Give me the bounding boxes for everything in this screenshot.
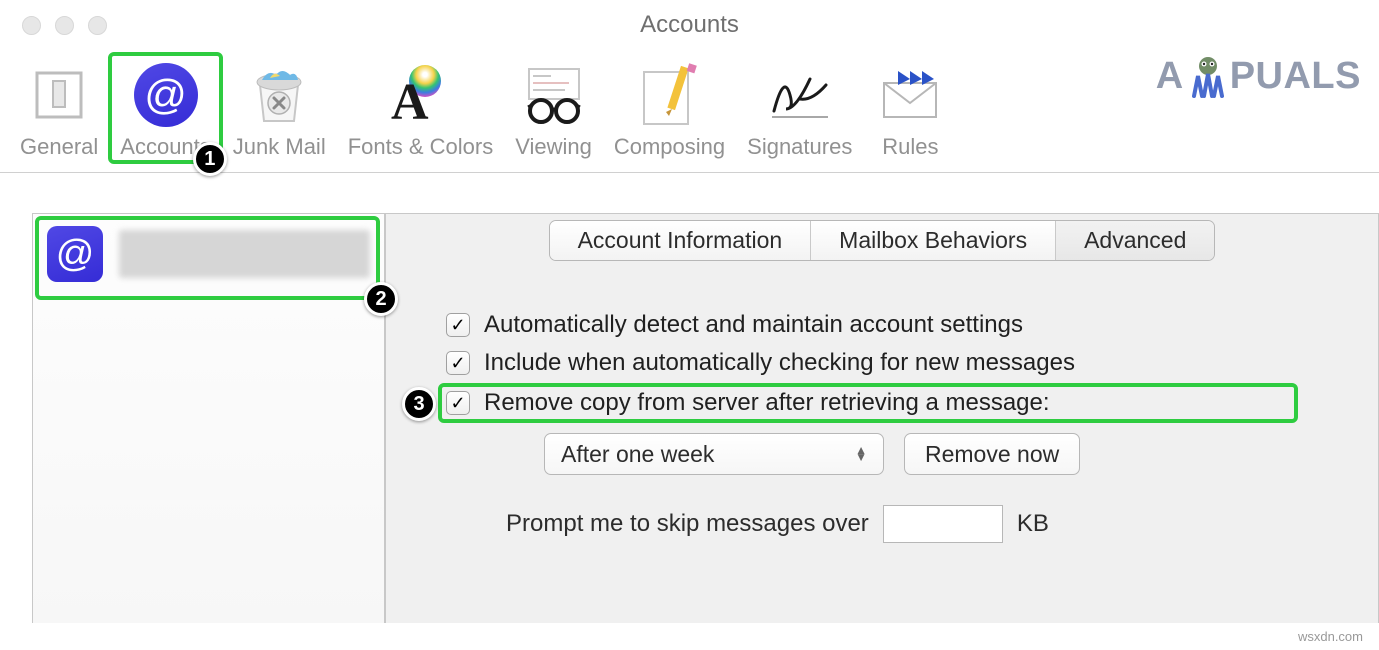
watermark-prefix: A <box>1156 55 1184 98</box>
toolbar-composing-label: Composing <box>614 134 725 160</box>
toolbar-junk-mail[interactable]: Junk Mail <box>223 54 336 162</box>
label-remove-copy: Remove copy from server after retrieving… <box>484 389 1050 417</box>
toolbar-viewing[interactable]: Viewing <box>505 54 602 162</box>
rules-icon <box>874 60 946 130</box>
composing-icon <box>634 60 706 130</box>
junk-mail-icon <box>243 60 315 130</box>
skip-messages-row: Prompt me to skip messages over KB <box>506 505 1358 543</box>
checkbox-include-check[interactable]: ✓ <box>446 351 470 375</box>
label-auto-detect: Automatically detect and maintain accoun… <box>484 311 1023 339</box>
remove-now-button[interactable]: Remove now <box>904 433 1080 475</box>
remove-period-value: After one week <box>561 441 714 468</box>
watermark-suffix: PUALS <box>1230 55 1361 98</box>
annotation-badge-3: 3 <box>402 387 436 421</box>
skip-size-input[interactable] <box>883 505 1003 543</box>
toolbar-viewing-label: Viewing <box>515 134 592 160</box>
viewing-icon <box>518 60 590 130</box>
source-label: wsxdn.com <box>1298 629 1363 644</box>
titlebar: Accounts <box>0 0 1379 50</box>
chevron-up-down-icon: ▲▼ <box>855 447 867 461</box>
accounts-sidebar: @ 2 <box>32 213 385 623</box>
signatures-icon <box>764 60 836 130</box>
toolbar-accounts[interactable]: @ Accounts 1 <box>110 54 221 162</box>
account-row[interactable]: @ 2 <box>33 214 384 294</box>
fonts-colors-icon: A <box>384 60 456 130</box>
advanced-options: ✓ Automatically detect and maintain acco… <box>386 261 1378 543</box>
toolbar-fonts-colors[interactable]: A Fonts & Colors <box>338 54 504 162</box>
toolbar-signatures[interactable]: Signatures <box>737 54 862 162</box>
checkbox-remove-copy[interactable]: ✓ <box>446 391 470 415</box>
general-icon <box>23 60 95 130</box>
toolbar-junk-mail-label: Junk Mail <box>233 134 326 160</box>
at-sign-icon: @ <box>47 226 103 282</box>
label-include-check: Include when automatically checking for … <box>484 349 1075 377</box>
skip-label-after: KB <box>1017 510 1049 538</box>
toolbar-general-label: General <box>20 134 98 160</box>
tab-advanced[interactable]: Advanced <box>1056 221 1214 260</box>
remove-now-label: Remove now <box>925 441 1059 468</box>
checkbox-auto-detect[interactable]: ✓ <box>446 313 470 337</box>
tab-account-information[interactable]: Account Information <box>550 221 812 260</box>
svg-text:A: A <box>391 74 429 127</box>
option-remove-copy: 3 ✓ Remove copy from server after retrie… <box>446 387 1358 419</box>
zoom-window-button[interactable] <box>88 16 107 35</box>
watermark: A PUALS <box>1156 52 1361 100</box>
account-tabs: Account Information Mailbox Behaviors Ad… <box>549 220 1216 261</box>
window-title: Accounts <box>640 11 739 39</box>
toolbar-signatures-label: Signatures <box>747 134 852 160</box>
option-auto-detect: ✓ Automatically detect and maintain acco… <box>446 311 1358 339</box>
content-area: @ 2 Account Information Mailbox Behavior… <box>0 173 1379 623</box>
toolbar-general[interactable]: General <box>10 54 108 162</box>
toolbar-rules[interactable]: Rules <box>864 54 956 162</box>
toolbar-rules-label: Rules <box>882 134 938 160</box>
skip-label-before: Prompt me to skip messages over <box>506 510 869 538</box>
annotation-badge-2: 2 <box>364 282 398 316</box>
window-controls <box>0 16 107 35</box>
tab-mailbox-behaviors[interactable]: Mailbox Behaviors <box>811 221 1056 260</box>
option-include-check: ✓ Include when automatically checking fo… <box>446 349 1358 377</box>
close-window-button[interactable] <box>22 16 41 35</box>
watermark-icon <box>1184 52 1232 100</box>
toolbar-fonts-colors-label: Fonts & Colors <box>348 134 494 160</box>
annotation-badge-1: 1 <box>193 142 227 176</box>
account-name-redacted <box>119 230 370 278</box>
remove-period-select[interactable]: After one week ▲▼ <box>544 433 884 475</box>
toolbar-composing[interactable]: Composing <box>604 54 735 162</box>
accounts-icon: @ <box>130 60 202 130</box>
remove-copy-controls: After one week ▲▼ Remove now <box>544 433 1358 475</box>
account-detail-panel: Account Information Mailbox Behaviors Ad… <box>385 213 1379 623</box>
minimize-window-button[interactable] <box>55 16 74 35</box>
